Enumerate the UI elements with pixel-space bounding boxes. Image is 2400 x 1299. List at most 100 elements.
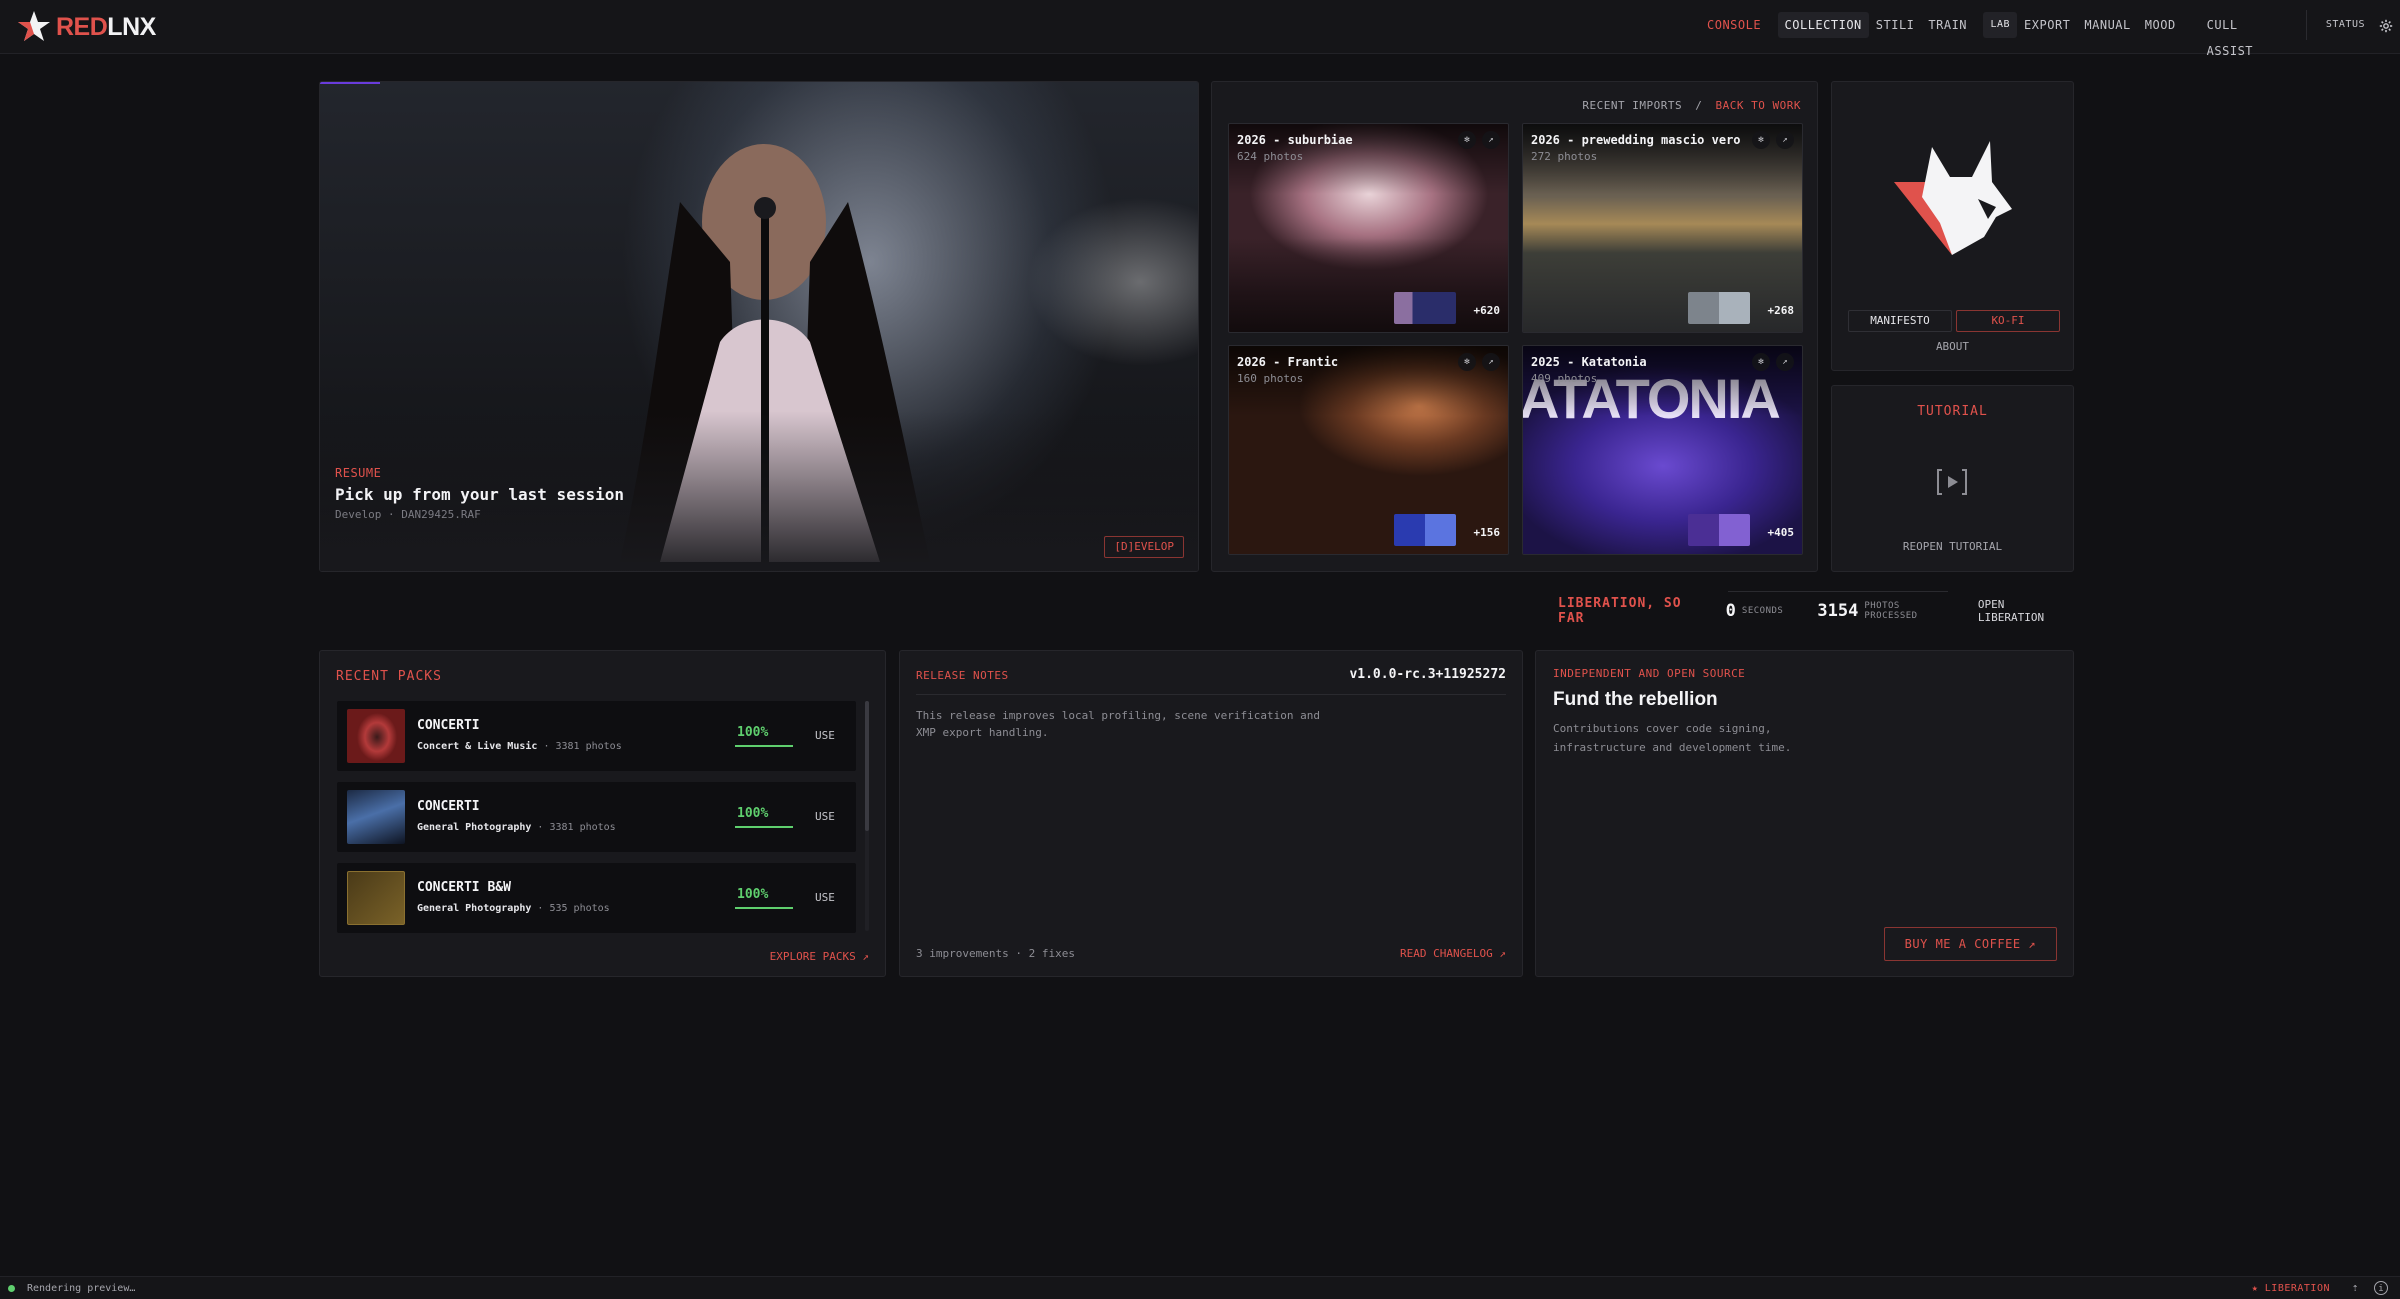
pack-thumbnail [347, 709, 405, 763]
app-wordmark: REDLNX [56, 12, 156, 41]
seconds-unit: SECONDS [1741, 606, 1784, 616]
hero-subtitle: Develop · DAN29425.RAF [335, 508, 481, 521]
import-title: 2025 - Katatonia [1531, 355, 1647, 369]
nav-status[interactable]: STATUS [2319, 12, 2372, 38]
pin-icon[interactable]: ✻ [1458, 353, 1476, 371]
nav-export[interactable]: EXPORT [2017, 12, 2077, 38]
open-external-icon[interactable]: ↗ [1482, 131, 1500, 149]
pack-progress-fill [735, 907, 793, 909]
pack-row[interactable]: CONCERTI B&W General Photography · 535 p… [337, 863, 856, 933]
open-external-icon[interactable]: ↗ [1482, 353, 1500, 371]
open-external-icon[interactable]: ↗ [1776, 131, 1794, 149]
resume-session-card[interactable]: RESUME Pick up from your last session De… [319, 81, 1199, 572]
play-icon[interactable] [1936, 468, 1968, 496]
explore-packs-link[interactable]: EXPLORE PACKS ↗ [770, 950, 869, 963]
use-pack-button[interactable]: USE [815, 729, 835, 742]
back-to-work-link[interactable]: BACK TO WORK [1716, 99, 1801, 112]
seconds-value: 0 [1725, 601, 1736, 621]
pack-category: General Photography [417, 903, 532, 914]
import-card-suburbiae[interactable]: 2026 - suburbiae 624 photos ✻ ↗ +620 [1228, 123, 1509, 333]
pack-progress-fill [735, 826, 793, 828]
release-notes-count: 3 improvements · 2 fixes [916, 947, 1075, 960]
pack-row[interactable]: CONCERTI General Photography · 3381 phot… [337, 782, 856, 852]
manifesto-button[interactable]: MANIFESTO [1848, 310, 1952, 332]
pack-progress-bar [735, 745, 793, 747]
pack-progress-value: 100% [737, 725, 769, 740]
import-card-prewedding[interactable]: 2026 - prewedding mascio vero 272 photos… [1522, 123, 1803, 333]
reopen-tutorial-link[interactable]: REOPEN TUTORIAL [1832, 540, 2073, 553]
import-more-count: +620 [1473, 304, 1501, 317]
ko-fi-button[interactable]: KO-FI [1956, 310, 2060, 332]
recent-imports-label: RECENT IMPORTS [1582, 99, 1683, 112]
nav-lab[interactable]: LAB [1983, 12, 2018, 38]
import-title: 2026 - Frantic [1237, 355, 1339, 369]
import-thumbnails [1688, 514, 1750, 546]
liberation-label: LIBERATION, SO FAR [1558, 596, 1682, 626]
info-icon[interactable]: i [2374, 1281, 2388, 1295]
status-message: Rendering preview… [27, 1282, 136, 1294]
develop-button[interactable]: [D]EVELOP [1104, 536, 1184, 558]
pin-icon[interactable]: ✻ [1458, 131, 1476, 149]
nav-train[interactable]: TRAIN [1921, 12, 1974, 38]
import-title: 2026 - prewedding mascio vero [1531, 133, 1741, 147]
recent-imports-panel: RECENT IMPORTS / BACK TO WORK 2026 - sub… [1211, 81, 1818, 572]
release-notes-title: RELEASE NOTES [916, 669, 1009, 682]
about-link[interactable]: ABOUT [1832, 340, 2073, 353]
pin-icon[interactable]: ✻ [1752, 353, 1770, 371]
nav-console[interactable]: CONSOLE [1700, 12, 1768, 38]
status-liberation[interactable]: ★ LIBERATION [2252, 1283, 2330, 1294]
import-count: 272 photos [1531, 150, 1598, 163]
pack-progress-fill [735, 745, 793, 747]
pack-thumbnail [347, 871, 405, 925]
pack-category: General Photography [417, 822, 532, 833]
use-pack-button[interactable]: USE [815, 891, 835, 904]
pack-progress-value: 100% [737, 806, 769, 821]
open-liberation-link[interactable]: OPEN LIBERATION [1978, 598, 2074, 624]
top-bar: REDLNX CONSOLE COLLECTION STILI TRAIN LA… [0, 0, 2400, 58]
read-changelog-link[interactable]: READ CHANGELOG ↗ [1400, 947, 1506, 960]
pack-photo-count: · 3381 photos [537, 822, 616, 833]
pack-progress-value: 100% [737, 887, 769, 902]
pack-meta: General Photography · 3381 photos [417, 822, 616, 833]
use-pack-button[interactable]: USE [815, 810, 835, 823]
photos-processed-value: 3154 [1817, 601, 1859, 621]
scrollbar-thumb[interactable] [865, 701, 869, 831]
pack-name: CONCERTI B&W [417, 880, 511, 895]
stats-divider [1728, 591, 1948, 592]
import-card-katatonia[interactable]: ATATONIA 2025 - Katatonia 409 photos ✻ ↗… [1522, 345, 1803, 555]
recent-packs-title: RECENT PACKS [336, 669, 442, 684]
import-title: 2026 - suburbiae [1237, 133, 1353, 147]
nav-stili[interactable]: STILI [1869, 12, 1922, 38]
nav-cull-assist[interactable]: CULL ASSIST [2200, 12, 2294, 58]
lynx-logo-icon [1894, 141, 2012, 255]
photos-processed-unit: PHOTOS PROCESSED [1864, 601, 1918, 621]
recent-imports-header: RECENT IMPORTS / BACK TO WORK [1582, 99, 1801, 112]
pack-row[interactable]: CONCERTI Concert & Live Music · 3381 pho… [337, 701, 856, 771]
hero-accent-line [320, 82, 380, 84]
settings-button[interactable] [2372, 12, 2400, 38]
import-more-count: +405 [1767, 526, 1795, 539]
hero-kicker: RESUME [335, 466, 382, 480]
app-logo[interactable]: REDLNX [16, 8, 156, 46]
nav-mood[interactable]: MOOD [2138, 12, 2183, 38]
tutorial-panel: TUTORIAL REOPEN TUTORIAL [1831, 385, 2074, 572]
import-more-count: +156 [1473, 526, 1501, 539]
tutorial-title: TUTORIAL [1917, 404, 1988, 419]
import-card-frantic[interactable]: 2026 - Frantic 160 photos ✻ ↗ +156 [1228, 345, 1509, 555]
pack-name: CONCERTI [417, 799, 480, 814]
import-thumbnails [1394, 292, 1456, 324]
buy-me-a-coffee-button[interactable]: BUY ME A COFFEE ↗ [1883, 927, 2057, 961]
open-external-icon[interactable]: ↗ [1776, 353, 1794, 371]
hero-title: Pick up from your last session [335, 485, 624, 504]
import-more-count: +268 [1767, 304, 1795, 317]
notes-divider [916, 694, 1506, 695]
status-bar: Rendering preview… ★ LIBERATION ⇡ i [0, 1276, 2400, 1299]
pin-icon[interactable]: ✻ [1752, 131, 1770, 149]
packs-scrollbar[interactable] [865, 701, 869, 931]
nav-collection[interactable]: COLLECTION [1777, 12, 1869, 38]
release-notes-body: This release improves local profiling, s… [916, 709, 1320, 739]
upload-icon[interactable]: ⇡ [2348, 1281, 2362, 1295]
gear-icon [2379, 19, 2393, 32]
fund-panel: INDEPENDENT AND OPEN SOURCE Fund the reb… [1535, 650, 2074, 977]
nav-manual[interactable]: MANUAL [2077, 12, 2137, 38]
